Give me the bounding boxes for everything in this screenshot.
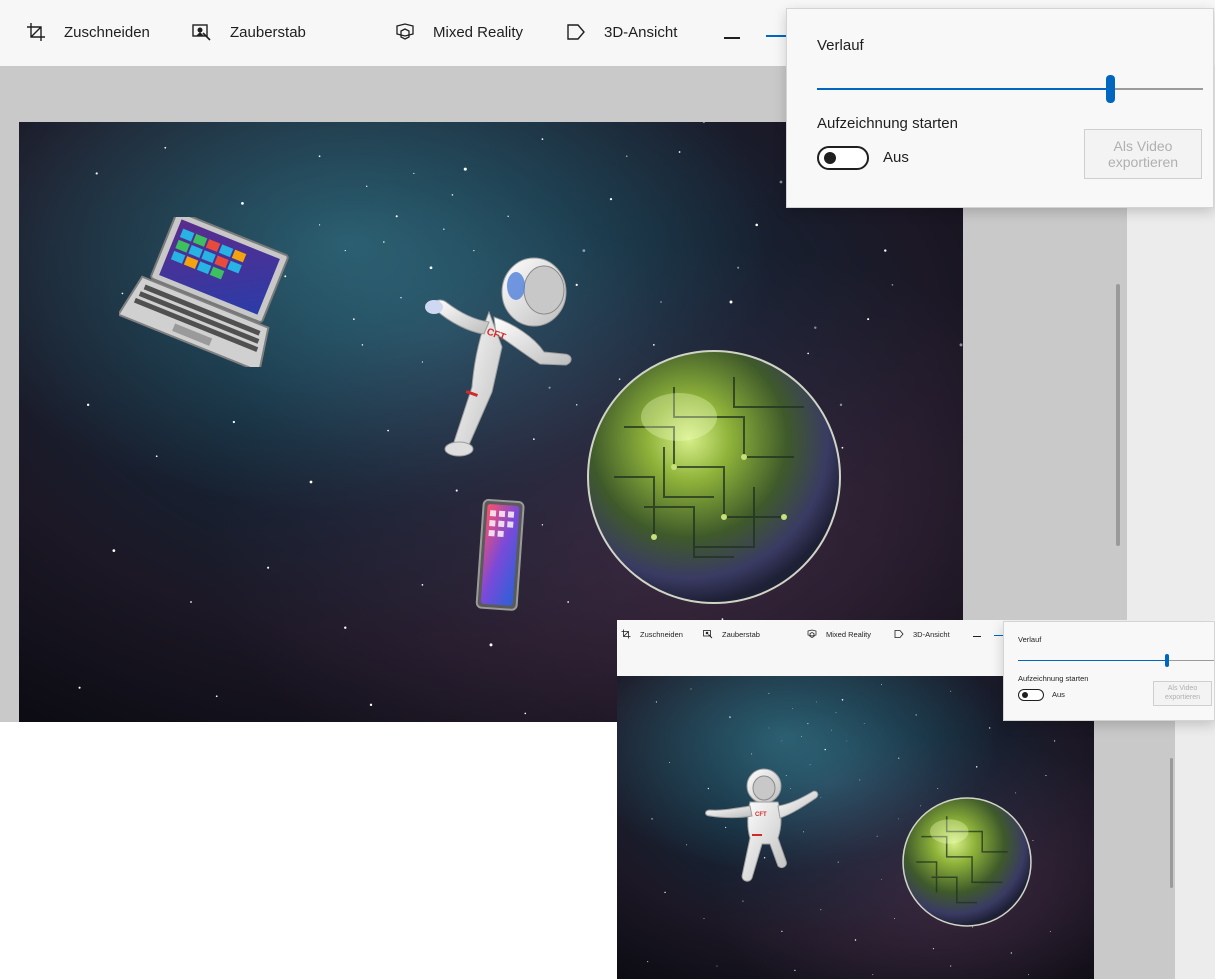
3d-view-icon	[566, 22, 586, 42]
inset-record-label: Aufzeichnung starten	[1018, 674, 1089, 683]
inset-magic-select-icon	[703, 629, 713, 639]
history-slider-thumb[interactable]	[1105, 75, 1115, 103]
inset-toggle-state-label: Aus	[1052, 690, 1065, 699]
inset-vertical-scrollbar[interactable]	[1170, 758, 1173, 888]
inset-history-flyout: Verlauf Aufzeichnung starten Aus Als Vid…	[1003, 621, 1215, 721]
inset-history-slider-fill	[1018, 660, 1167, 661]
main-screenshot: Zuschneiden Zauberstab Mixed Reality 3D-…	[0, 0, 1215, 722]
zoom-slider-track[interactable]	[766, 35, 786, 37]
toggle-state-label: Aus	[883, 149, 909, 166]
record-label: Aufzeichnung starten	[817, 115, 958, 132]
inset-canvas-area: CFT	[617, 676, 1215, 979]
inset-record-toggle[interactable]	[1018, 689, 1044, 701]
inset-3d-view-icon	[894, 629, 904, 639]
vertical-scrollbar[interactable]	[1116, 284, 1120, 546]
export-video-button[interactable]: Als Video exportieren	[1084, 129, 1202, 179]
crop-icon	[26, 22, 46, 42]
circuit-globe-object[interactable]	[584, 347, 844, 607]
inset-side-panel	[1175, 676, 1215, 979]
magic-select-button[interactable]: Zauberstab	[192, 22, 306, 42]
inset-screenshot: Zuschneiden Zauberstab Mixed Reality 3D-…	[617, 620, 1215, 979]
mixed-reality-label: Mixed Reality	[433, 23, 524, 41]
laptop-object[interactable]	[119, 217, 289, 367]
svg-text:CFT: CFT	[755, 812, 767, 818]
astronaut-object[interactable]: CFT	[384, 242, 614, 472]
inset-mixed-reality-icon	[807, 629, 817, 639]
magic-select-label: Zauberstab	[230, 23, 306, 41]
history-label: Verlauf	[817, 37, 864, 54]
mixed-reality-button[interactable]: Mixed Reality	[395, 22, 523, 42]
crop-button[interactable]: Zuschneiden	[26, 22, 150, 42]
inset-history-label: Verlauf	[1018, 635, 1042, 644]
inset-circuit-globe-object[interactable]	[901, 796, 1033, 928]
crop-label: Zuschneiden	[64, 23, 150, 41]
inset-magic-select-label: Zauberstab	[722, 629, 760, 639]
inset-export-video-button[interactable]: Als Video exportieren	[1153, 681, 1212, 706]
inset-mixed-reality-label: Mixed Reality	[826, 629, 872, 639]
inset-magic-select-button[interactable]: Zauberstab	[703, 629, 760, 639]
inset-3d-view-label: 3D-Ansicht	[913, 629, 950, 639]
inset-zoom-out-icon[interactable]	[973, 636, 981, 637]
3d-view-button[interactable]: 3D-Ansicht	[566, 22, 677, 42]
inset-crop-button[interactable]: Zuschneiden	[621, 629, 683, 639]
inset-crop-icon	[621, 629, 631, 639]
toggle-knob	[824, 152, 836, 164]
magic-select-icon	[192, 22, 212, 42]
mixed-reality-icon	[395, 22, 415, 42]
3d-view-label: 3D-Ansicht	[604, 23, 678, 41]
smartphone-object[interactable]	[474, 497, 530, 617]
inset-astronaut-object[interactable]: CFT	[702, 766, 832, 896]
inset-3d-scene[interactable]: CFT	[617, 676, 1094, 979]
inset-mixed-reality-button[interactable]: Mixed Reality	[807, 629, 871, 639]
inset-history-slider-thumb[interactable]	[1164, 654, 1169, 667]
history-slider-fill	[817, 88, 1111, 90]
history-flyout: Verlauf Aufzeichnung starten Aus Als Vid…	[786, 8, 1214, 208]
zoom-out-icon[interactable]	[724, 37, 740, 39]
record-toggle[interactable]	[817, 146, 869, 170]
inset-toggle-knob	[1022, 692, 1028, 698]
inset-3d-view-button[interactable]: 3D-Ansicht	[894, 629, 950, 639]
inset-crop-label: Zuschneiden	[640, 629, 683, 639]
